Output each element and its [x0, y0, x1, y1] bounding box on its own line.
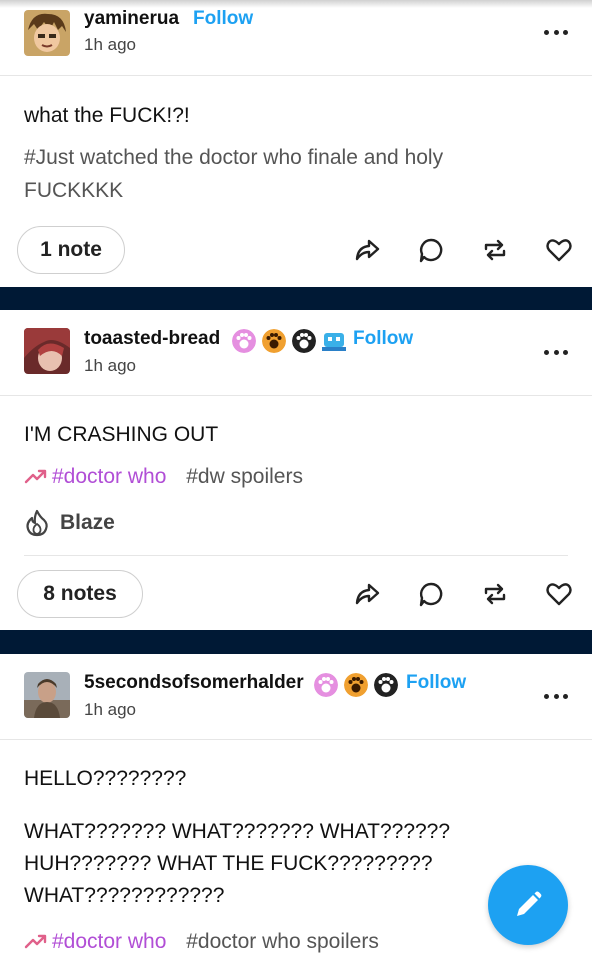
trending-arrow-icon [24, 469, 47, 484]
reblog-icon[interactable] [480, 579, 510, 609]
reblog-icon[interactable] [480, 235, 510, 265]
username[interactable]: yaminerua [84, 8, 179, 30]
notes-button[interactable]: 8 notes [17, 570, 143, 618]
post-header: toaasted-bread Follow 1h ago [0, 310, 592, 396]
follow-button[interactable]: Follow [406, 672, 466, 694]
pink-paw-badge-icon [232, 329, 256, 353]
post-time: 1h ago [84, 35, 136, 54]
post-time: 1h ago [84, 356, 136, 375]
tag-link[interactable]: #doctor who spoilers [186, 930, 379, 953]
avatar[interactable] [24, 10, 70, 56]
flame-icon [26, 509, 48, 537]
more-options-icon[interactable] [544, 692, 568, 700]
post-card: toaasted-bread Follow 1h ago I'M CRASHIN… [0, 310, 592, 630]
post-text-line: WHAT??????? WHAT??????? WHAT?????? [24, 820, 451, 843]
post-text-line: HUH??????? WHAT THE FUCK????????? [24, 852, 433, 875]
like-icon[interactable] [544, 579, 574, 609]
post-header: yaminerua Follow 1h ago [0, 0, 592, 76]
trending-tag-label: #doctor who [52, 465, 167, 488]
share-icon[interactable] [352, 579, 382, 609]
share-icon[interactable] [352, 235, 382, 265]
follow-button[interactable]: Follow [353, 328, 413, 350]
post-time: 1h ago [84, 700, 136, 719]
divider [24, 555, 568, 556]
tag-link[interactable]: #Just watched the doctor who finale and … [24, 146, 443, 170]
follow-button[interactable]: Follow [193, 8, 253, 30]
reply-icon[interactable] [416, 235, 446, 265]
more-options-icon[interactable] [544, 28, 568, 36]
like-icon[interactable] [544, 235, 574, 265]
blaze-label: Blaze [60, 511, 115, 534]
orange-paw-badge-icon [344, 673, 368, 697]
blue-robot-badge-icon [322, 333, 346, 351]
trending-tag[interactable]: #doctor who [24, 930, 172, 953]
avatar[interactable] [24, 672, 70, 718]
post-header: 5secondsofsomerhalder Follow 1h ago [0, 654, 592, 740]
post-actions [352, 577, 574, 611]
post-text-line: WHAT???????????? [24, 884, 225, 907]
orange-paw-badge-icon [262, 329, 286, 353]
trending-arrow-icon [24, 934, 47, 949]
avatar[interactable] [24, 328, 70, 374]
compose-button[interactable] [488, 865, 568, 945]
pencil-icon [517, 891, 542, 916]
tag-link-continued[interactable]: FUCKKKK [24, 179, 123, 203]
black-paw-badge-icon [292, 329, 316, 353]
pink-paw-badge-icon [314, 673, 338, 697]
tag-link[interactable]: #dw spoilers [186, 465, 303, 488]
post-text: I'M CRASHING OUT [24, 423, 219, 446]
post-text: what the FUCK!?! [24, 104, 190, 127]
post-card: yaminerua Follow 1h ago what the FUCK!?!… [0, 0, 592, 287]
username[interactable]: 5secondsofsomerhalder [84, 672, 304, 694]
post-tags: #doctor who #doctor who spoilers [24, 930, 379, 954]
blaze-button[interactable]: Blaze [24, 508, 115, 538]
post-actions [352, 233, 574, 267]
black-paw-badge-icon [374, 673, 398, 697]
post-tags: #doctor who #dw spoilers [24, 465, 303, 489]
notes-button[interactable]: 1 note [17, 226, 125, 274]
trending-tag[interactable]: #doctor who [24, 465, 172, 488]
username[interactable]: toaasted-bread [84, 328, 220, 350]
reply-icon[interactable] [416, 579, 446, 609]
more-options-icon[interactable] [544, 348, 568, 356]
trending-tag-label: #doctor who [52, 930, 167, 953]
post-text-line: HELLO???????? [24, 767, 187, 790]
